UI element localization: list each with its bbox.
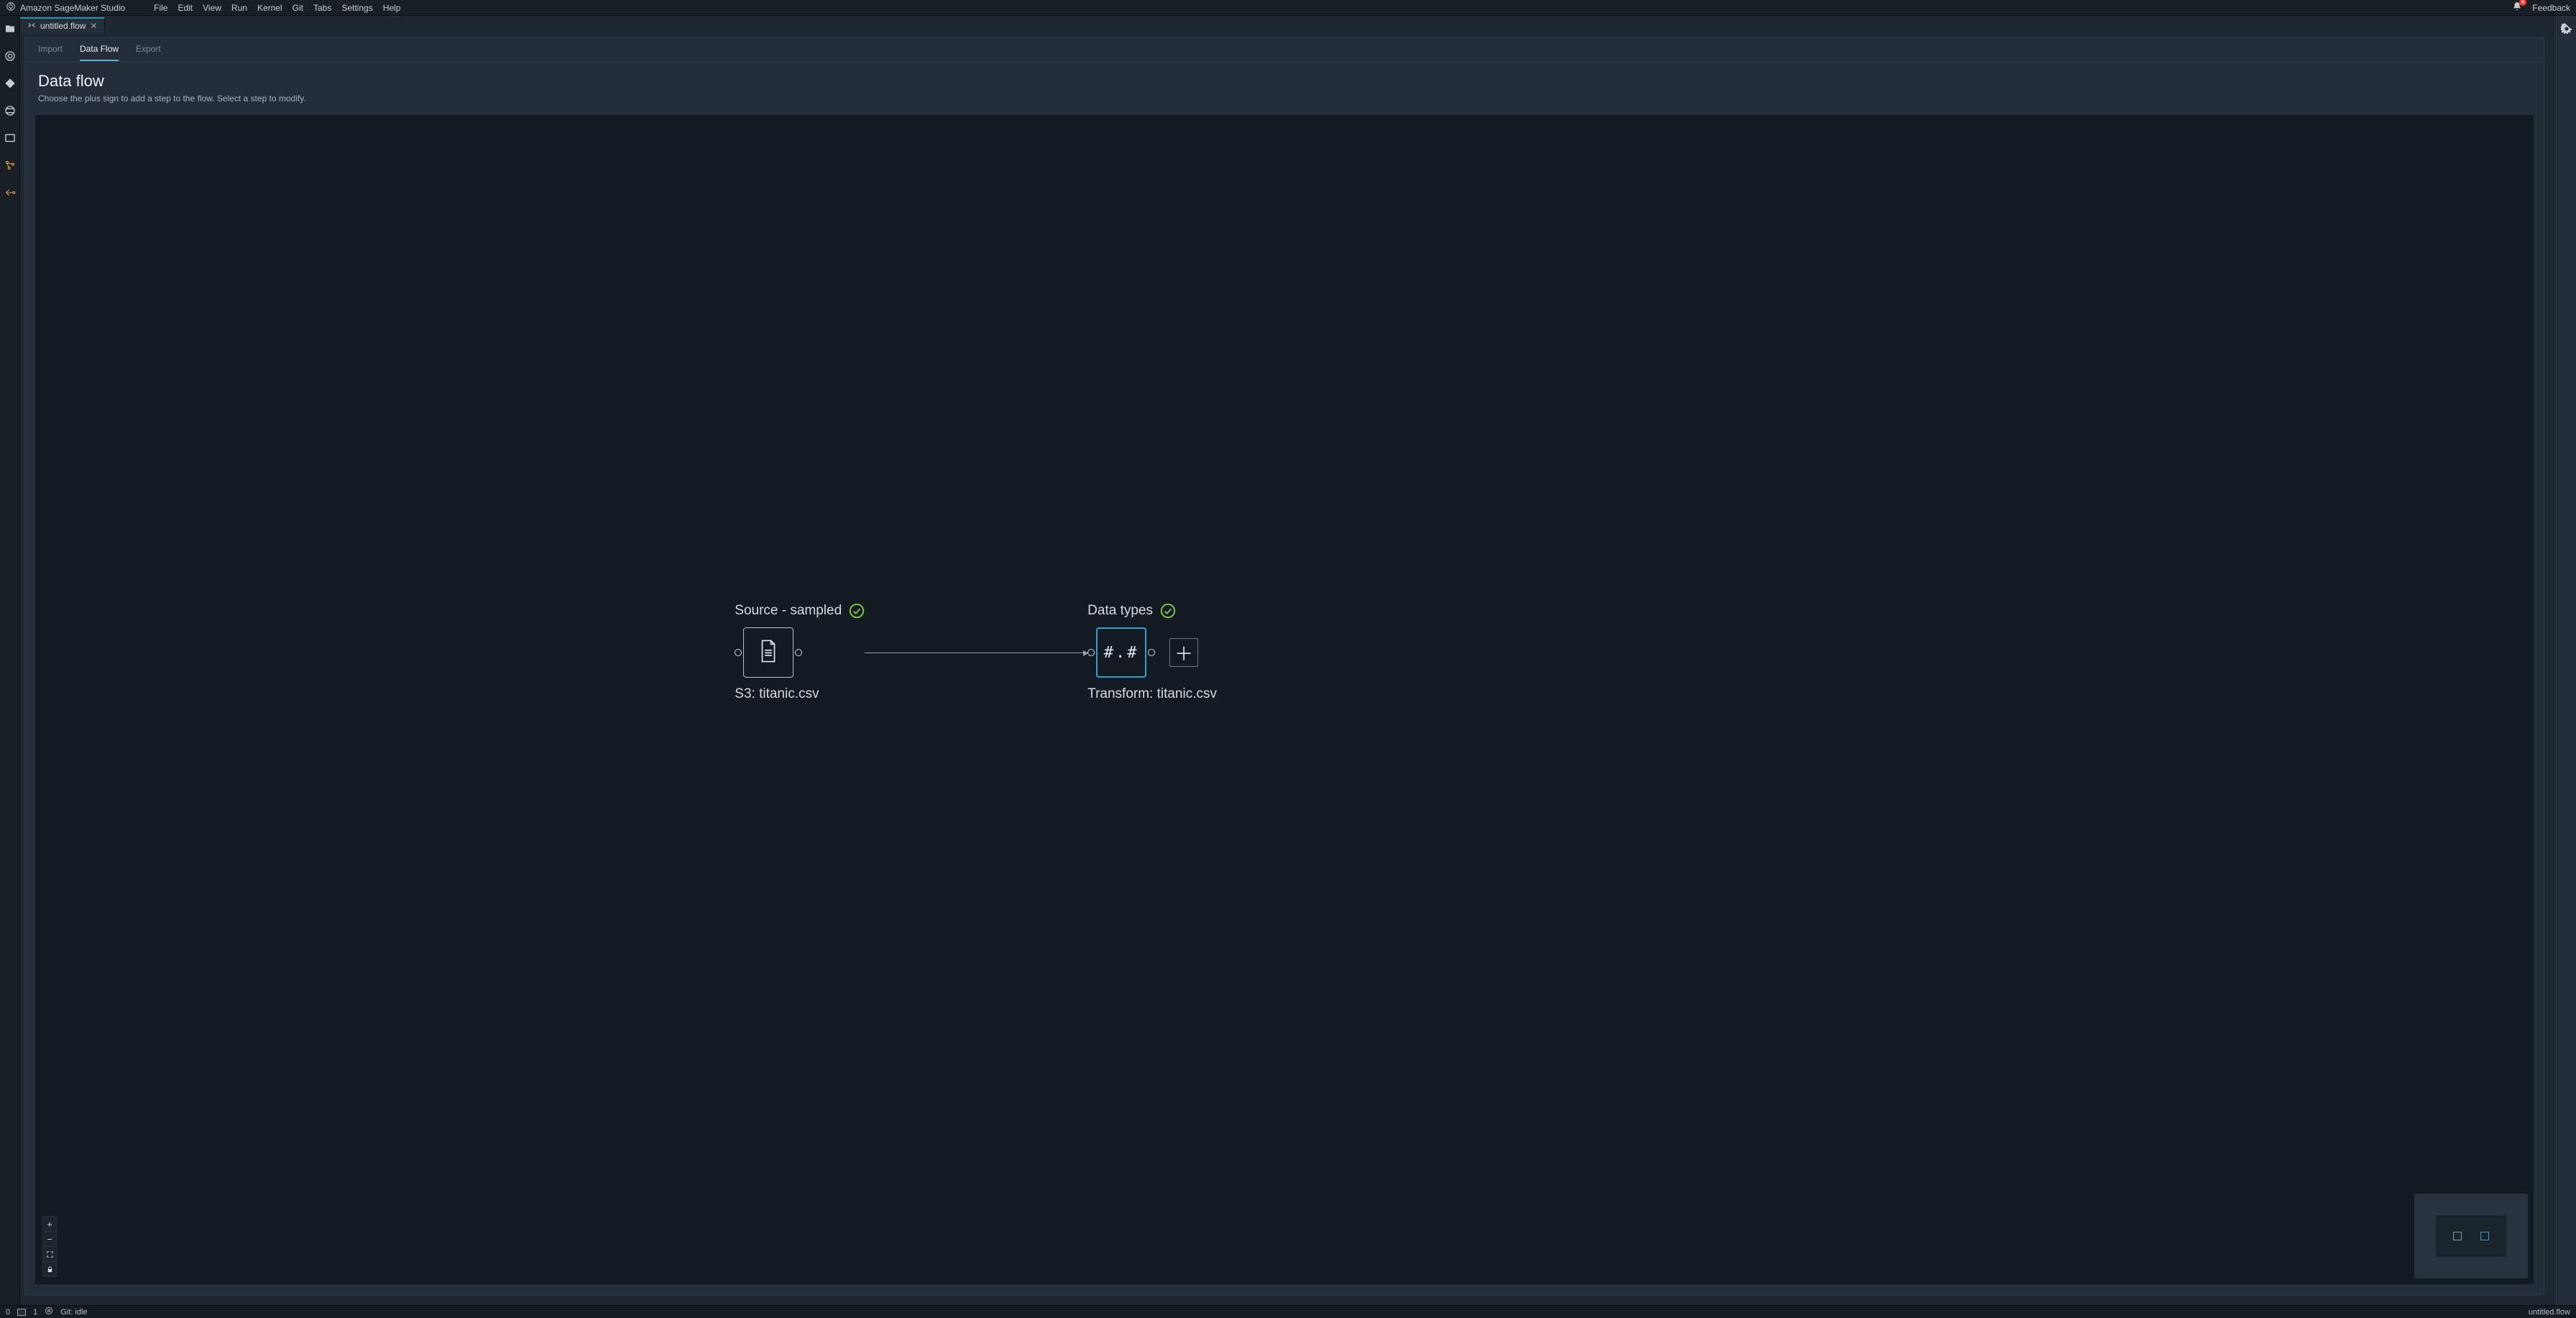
page-title: Data flow: [38, 72, 2531, 91]
subtab-import[interactable]: Import: [38, 44, 63, 61]
sagemaker-logo-icon: [6, 1, 16, 14]
canvas-controls: + −: [42, 1216, 57, 1277]
brand: Amazon SageMaker Studio: [6, 1, 125, 14]
menu-git[interactable]: Git: [293, 3, 303, 13]
flow-canvas[interactable]: Source - sampled: [35, 115, 2534, 1284]
feedback-link[interactable]: Feedback: [2532, 3, 2570, 13]
status-ok-icon: [849, 603, 865, 619]
notifications-button[interactable]: 4: [2512, 1, 2522, 14]
endpoints-icon[interactable]: [4, 187, 16, 198]
terminal-icon[interactable]: [17, 1309, 26, 1316]
flow-node-source[interactable]: Source - sampled: [735, 603, 865, 702]
flow-file-icon: [27, 21, 36, 32]
node-box[interactable]: [743, 627, 794, 678]
menus: File Edit View Run Kernel Git Tabs Setti…: [154, 3, 400, 13]
editor-area: untitled.flow ✕ Import Data Flow Export …: [20, 16, 2556, 1305]
menu-file[interactable]: File: [154, 3, 167, 13]
port-in[interactable]: [735, 649, 742, 656]
node-box[interactable]: #.#: [1096, 627, 1146, 678]
notification-count: 4: [2519, 0, 2526, 6]
experiments-icon[interactable]: [4, 160, 16, 171]
registry-icon[interactable]: [4, 50, 16, 62]
document-icon: [758, 639, 779, 667]
node-title: Source - sampled: [735, 603, 842, 619]
inspector-rail: [2556, 16, 2576, 1305]
statusbar: 0 1 Git: idle untitled.flow: [0, 1305, 2576, 1318]
kernel-status-icon[interactable]: [45, 1307, 53, 1317]
activity-rail: [0, 16, 20, 1305]
subtabs: Import Data Flow Export: [25, 38, 2544, 61]
minimap[interactable]: [2414, 1194, 2528, 1278]
port-out[interactable]: [1148, 649, 1155, 656]
flow-node-datatypes[interactable]: Data types #.#: [1087, 603, 1217, 702]
lock-button[interactable]: [43, 1262, 56, 1276]
file-browser-icon[interactable]: [4, 23, 16, 34]
menu-run[interactable]: Run: [231, 3, 247, 13]
page-subtitle: Choose the plus sign to add a step to th…: [38, 93, 2531, 103]
close-icon[interactable]: ✕: [90, 21, 97, 31]
git-status[interactable]: Git: idle: [60, 1308, 87, 1317]
minimap-node: [2453, 1232, 2462, 1240]
menubar: Amazon SageMaker Studio File Edit View R…: [0, 0, 2576, 16]
status-filename: untitled.flow: [2529, 1308, 2570, 1317]
minimap-node: [2480, 1232, 2489, 1240]
port-out[interactable]: [795, 649, 802, 656]
status-left-number[interactable]: 0: [6, 1308, 10, 1317]
fit-view-button[interactable]: [43, 1247, 56, 1262]
settings-icon[interactable]: [2561, 23, 2572, 38]
tab-untitled-flow[interactable]: untitled.flow ✕: [20, 17, 105, 33]
subtab-dataflow[interactable]: Data Flow: [80, 44, 119, 61]
menu-settings[interactable]: Settings: [341, 3, 372, 13]
subtab-export[interactable]: Export: [136, 44, 161, 61]
status-ok-icon: [1160, 603, 1176, 619]
menu-kernel[interactable]: Kernel: [257, 3, 282, 13]
zoom-in-button[interactable]: +: [43, 1217, 56, 1232]
tab-label: untitled.flow: [40, 21, 86, 31]
add-step-button[interactable]: ＋: [1169, 638, 1198, 667]
port-in[interactable]: [1087, 649, 1095, 656]
zoom-out-button[interactable]: −: [43, 1232, 56, 1247]
status-terminal-count[interactable]: 1: [33, 1308, 37, 1317]
node-title: Data types: [1087, 603, 1153, 619]
open-tabs-icon[interactable]: [4, 132, 16, 144]
plus-icon: ＋: [1174, 640, 1193, 666]
node-subtitle: Transform: titanic.csv: [1087, 686, 1217, 702]
commands-icon[interactable]: [4, 105, 16, 116]
menu-tabs[interactable]: Tabs: [313, 3, 331, 13]
menu-help[interactable]: Help: [383, 3, 401, 13]
datatypes-glyph: #.#: [1104, 644, 1139, 662]
menu-edit[interactable]: Edit: [178, 3, 193, 13]
document-frame: Import Data Flow Export Data flow Choose…: [24, 37, 2544, 1295]
app-title: Amazon SageMaker Studio: [20, 3, 125, 13]
tabstrip: untitled.flow ✕: [20, 16, 2556, 33]
menu-view[interactable]: View: [203, 3, 221, 13]
git-icon[interactable]: [4, 78, 16, 89]
node-subtitle: S3: titanic.csv: [735, 686, 819, 702]
